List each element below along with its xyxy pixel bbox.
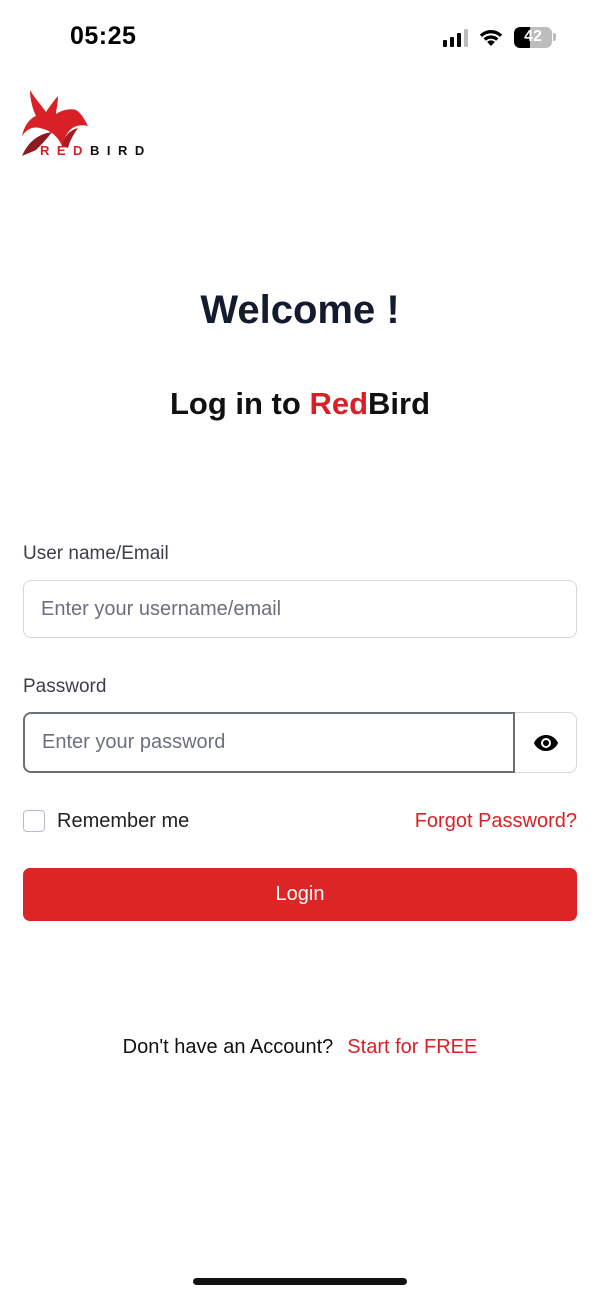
remember-label: Remember me bbox=[57, 809, 190, 832]
signup-link[interactable]: Start for FREE bbox=[347, 1036, 477, 1058]
battery-icon: 42 bbox=[514, 26, 556, 48]
logo-wordmark: REDBIRD bbox=[40, 143, 152, 158]
home-indicator bbox=[193, 1278, 407, 1285]
remember-checkbox[interactable] bbox=[23, 810, 45, 832]
welcome-heading: Welcome ! bbox=[200, 288, 400, 332]
signup-row: Don't have an Account? Start for FREE bbox=[0, 1036, 600, 1059]
username-input[interactable] bbox=[24, 581, 576, 637]
username-label: User name/Email bbox=[23, 543, 169, 564]
remember-row: Remember me Forgot Password? bbox=[23, 806, 577, 836]
username-field bbox=[23, 580, 577, 638]
password-input[interactable] bbox=[25, 714, 513, 771]
status-bar: 05:25 42 bbox=[0, 0, 600, 72]
eye-icon bbox=[533, 734, 558, 751]
login-button[interactable]: Login bbox=[23, 868, 577, 921]
wifi-icon bbox=[479, 30, 503, 46]
password-label: Password bbox=[23, 676, 107, 697]
no-account-text: Don't have an Account? bbox=[122, 1036, 334, 1058]
password-group bbox=[23, 712, 577, 773]
remember-me: Remember me bbox=[23, 810, 189, 833]
status-time: 05:25 bbox=[70, 22, 137, 50]
login-screen: 05:25 42 REDBIRD Welcome ! Log in to Red… bbox=[0, 0, 600, 1298]
password-field bbox=[23, 712, 515, 773]
redbird-logo: REDBIRD bbox=[22, 88, 172, 160]
forgot-password-link[interactable]: Forgot Password? bbox=[415, 810, 577, 833]
login-subtitle: Log in to RedBird bbox=[169, 386, 431, 421]
show-password-button[interactable] bbox=[515, 712, 577, 773]
battery-percent: 42 bbox=[524, 28, 542, 45]
status-icons: 42 bbox=[443, 24, 556, 50]
cellular-signal-icon bbox=[443, 27, 468, 47]
